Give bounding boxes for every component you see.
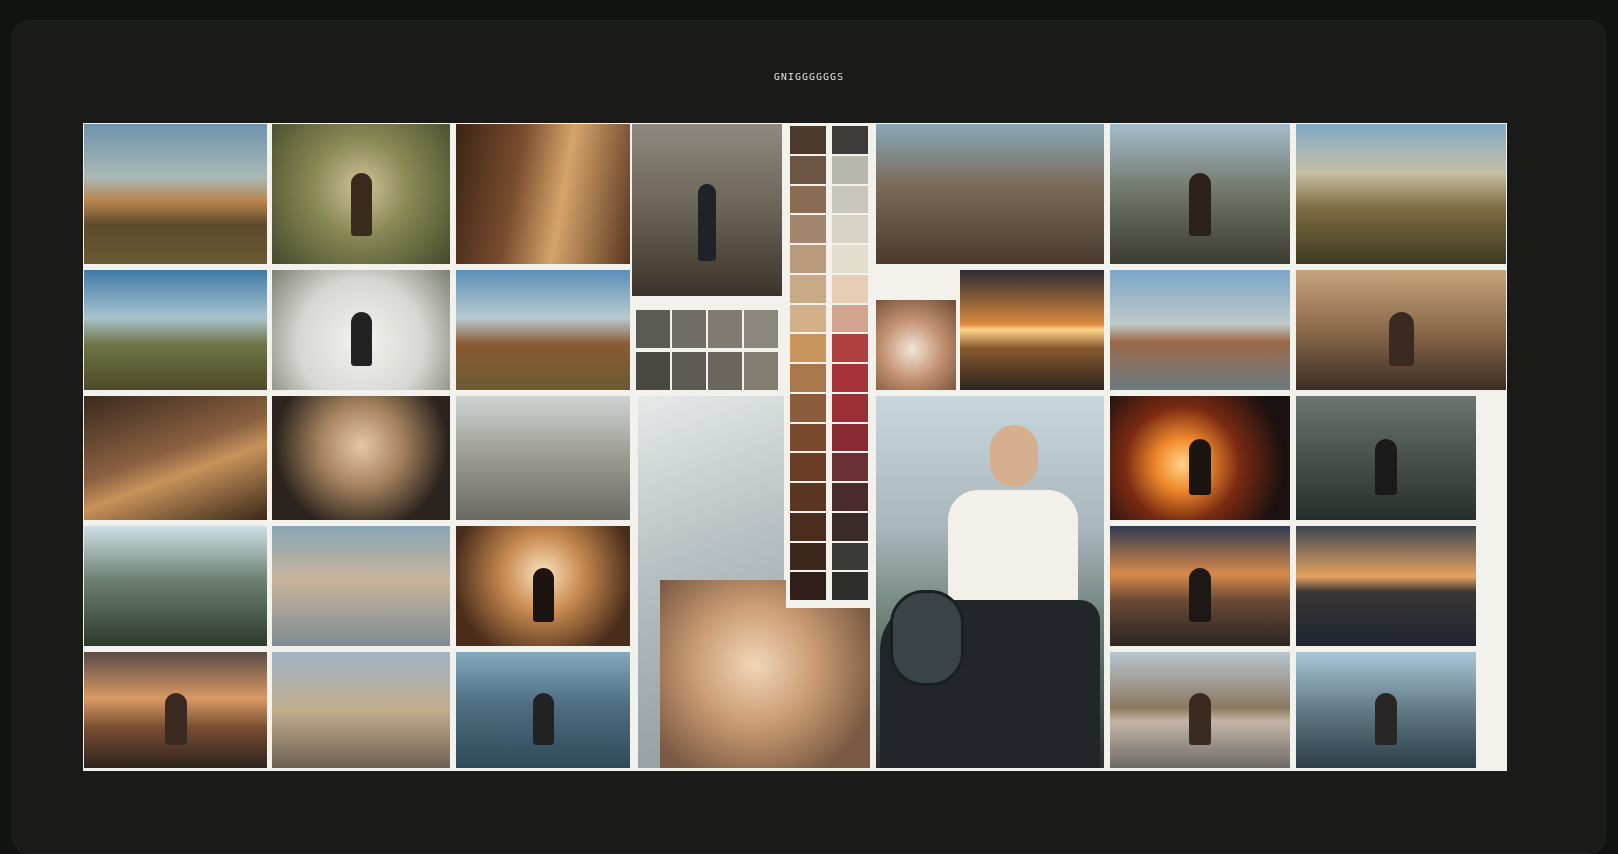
swatch-gray[interactable]	[744, 310, 778, 348]
tile-robed-group[interactable]	[272, 652, 450, 768]
figure-silhouette	[351, 312, 372, 366]
tile-figures-wasteland[interactable]	[632, 124, 782, 296]
swatch-accent[interactable]	[832, 215, 868, 243]
tile-dusk-shore[interactable]	[1296, 526, 1476, 646]
tile-shells-closeup[interactable]	[876, 300, 956, 390]
tile-robed-figure-sunset[interactable]	[84, 652, 267, 768]
tile-canyon-sunlight[interactable]	[456, 124, 630, 264]
tile-lake-mountains[interactable]	[456, 652, 630, 768]
figure-silhouette	[351, 173, 372, 236]
swatch-warm[interactable]	[790, 185, 826, 214]
swatch-warm[interactable]	[790, 126, 826, 154]
swatch-gray[interactable]	[708, 310, 742, 348]
tile-figure-road[interactable]	[1110, 124, 1290, 264]
swatch-accent[interactable]	[832, 512, 868, 541]
tile-snow-figure[interactable]	[272, 270, 450, 390]
tile-sunset-wanderer[interactable]	[1110, 526, 1290, 646]
swatch-accent[interactable]	[832, 453, 868, 481]
tile-figures-dust[interactable]	[1296, 270, 1506, 390]
tile-cloaked-figure-forest[interactable]	[272, 124, 450, 264]
swatch-warm[interactable]	[790, 483, 826, 511]
swatch-accent[interactable]	[832, 155, 868, 184]
tile-ruins-figure[interactable]	[1296, 652, 1476, 768]
tile-mountain-meadow[interactable]	[84, 124, 267, 264]
tile-sunset-reflection[interactable]	[960, 270, 1104, 390]
tile-rock-formation[interactable]	[456, 270, 630, 390]
swatch-gray[interactable]	[708, 352, 742, 390]
swatch-warm[interactable]	[790, 393, 826, 422]
tile-stone-spiral[interactable]	[456, 396, 630, 520]
tile-smiling-woman[interactable]	[272, 396, 450, 520]
figure-silhouette	[1189, 439, 1211, 495]
swatch-gray[interactable]	[672, 310, 706, 348]
swatch-warm[interactable]	[790, 364, 826, 392]
swatch-accent[interactable]	[832, 126, 868, 154]
tile-cave-rocks[interactable]	[84, 396, 267, 520]
swatch-warm[interactable]	[790, 245, 826, 273]
swatch-accent[interactable]	[832, 423, 868, 452]
figure-silhouette	[1375, 439, 1397, 495]
swatch-warm[interactable]	[790, 304, 826, 333]
swatch-accent[interactable]	[832, 274, 868, 303]
swatch-gray[interactable]	[672, 352, 706, 390]
figure-silhouette	[1189, 568, 1211, 622]
swatch-accent[interactable]	[832, 334, 868, 362]
swatch-accent[interactable]	[832, 185, 868, 214]
tile-flowers-mask[interactable]	[660, 580, 870, 768]
figure-silhouette	[1389, 312, 1414, 366]
swatch-gray[interactable]	[636, 310, 670, 348]
swatch-accent[interactable]	[832, 542, 868, 571]
swatch-warm[interactable]	[790, 512, 826, 541]
swatch-warm[interactable]	[790, 423, 826, 452]
swatch-accent[interactable]	[832, 483, 868, 511]
tile-glowing-silhouette[interactable]	[456, 526, 630, 646]
swatch-accent[interactable]	[832, 572, 868, 600]
figure-silhouette	[1375, 693, 1397, 745]
swatch-accent[interactable]	[832, 393, 868, 422]
lantern-icon	[890, 590, 964, 686]
swatch-warm[interactable]	[790, 274, 826, 303]
swatch-warm[interactable]	[790, 542, 826, 571]
swatch-accent[interactable]	[832, 245, 868, 273]
tile-statue-woman[interactable]	[272, 526, 450, 646]
figure-silhouette	[1189, 693, 1211, 745]
figure-silhouette	[698, 184, 716, 261]
tile-rusted-truck[interactable]	[876, 124, 1104, 264]
swatch-accent[interactable]	[832, 304, 868, 333]
swatch-warm[interactable]	[790, 572, 826, 600]
tile-forest-road[interactable]	[84, 526, 267, 646]
figure-silhouette	[165, 693, 187, 745]
swatch-warm[interactable]	[790, 334, 826, 362]
swatch-warm[interactable]	[790, 215, 826, 243]
swatch-warm[interactable]	[790, 453, 826, 481]
tile-beach-horizon[interactable]	[1110, 652, 1290, 768]
swatch-warm[interactable]	[790, 155, 826, 184]
figure-silhouette	[533, 693, 554, 745]
figure-silhouette	[533, 568, 554, 622]
swatch-gray[interactable]	[636, 352, 670, 390]
figure-silhouette	[1189, 173, 1211, 236]
portrait-blouse	[948, 490, 1078, 610]
tile-pine-desert[interactable]	[1296, 124, 1506, 264]
portrait-face	[990, 425, 1038, 487]
tile-valley-sky[interactable]	[84, 270, 267, 390]
tile-fire-explosion[interactable]	[1110, 396, 1290, 520]
swatch-gray[interactable]	[744, 352, 778, 390]
board-title: GNIGGGGGGS	[773, 72, 845, 83]
swatch-accent[interactable]	[832, 364, 868, 392]
tile-boulder-lake[interactable]	[1110, 270, 1290, 390]
tile-misty-forest[interactable]	[1296, 396, 1476, 520]
